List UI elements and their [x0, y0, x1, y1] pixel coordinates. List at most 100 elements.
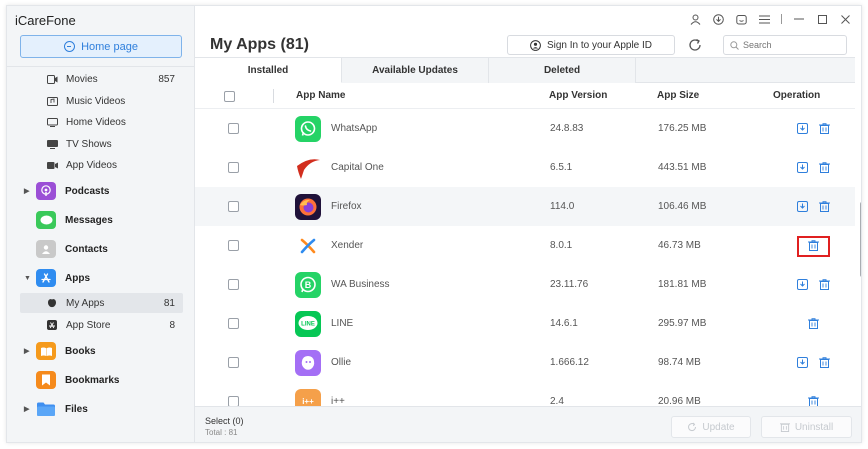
- sidebar-item-app-videos[interactable]: App Videos: [20, 155, 183, 175]
- expand-arrow-icon: ▶: [24, 406, 30, 413]
- download-icon[interactable]: [712, 13, 724, 25]
- table-row: Capital One 6.5.1 443.51 MB: [195, 148, 855, 187]
- app-name: LINE: [331, 318, 354, 329]
- sign-in-label: Sign In to your Apple ID: [546, 39, 653, 51]
- sign-in-apple-id-button[interactable]: Sign In to your Apple ID: [507, 35, 675, 55]
- sidebar-item-home-videos[interactable]: Home Videos: [20, 112, 183, 132]
- feedback-icon[interactable]: [735, 13, 747, 25]
- sidebar-item-label: App Videos: [66, 159, 117, 171]
- update-app-icon[interactable]: [797, 123, 808, 134]
- xender-icon: [295, 232, 321, 259]
- sidebar-item-messages[interactable]: Messages: [7, 208, 195, 232]
- column-header-app-name[interactable]: App Name: [296, 90, 345, 101]
- movie-icon: [46, 74, 58, 84]
- delete-app-icon[interactable]: [819, 279, 830, 290]
- bookmarks-icon: [36, 371, 56, 389]
- tab-installed[interactable]: Installed: [195, 57, 342, 83]
- app-name: WA Business: [331, 279, 390, 290]
- collapse-arrow-icon: ▼: [24, 274, 31, 282]
- menu-icon[interactable]: [758, 13, 770, 25]
- sidebar-item-books[interactable]: ▶ Books: [7, 339, 195, 363]
- app-size: 20.96 MB: [658, 396, 701, 406]
- update-app-icon[interactable]: [797, 357, 808, 368]
- delete-app-icon[interactable]: [808, 396, 819, 406]
- table-row: WhatsApp 24.8.83 176.25 MB: [195, 109, 855, 148]
- delete-app-icon[interactable]: [819, 123, 830, 134]
- sidebar-item-music-videos[interactable]: Music Videos: [20, 91, 183, 111]
- search-box[interactable]: [723, 35, 847, 55]
- maximize-icon[interactable]: [816, 13, 828, 25]
- tab-available-updates[interactable]: Available Updates: [342, 57, 489, 83]
- sidebar-item-label: Files: [65, 403, 88, 415]
- sidebar-item-count: 857: [158, 73, 175, 85]
- app-video-icon: [46, 160, 58, 170]
- sidebar-item-bookmarks[interactable]: Bookmarks: [7, 368, 195, 392]
- app-size: 295.97 MB: [658, 318, 707, 329]
- delete-app-icon[interactable]: [819, 201, 830, 212]
- sidebar: iCareFone Home page Movies 857 Music Vid…: [7, 6, 195, 442]
- expand-arrow-icon: ▶: [24, 188, 30, 195]
- row-checkbox[interactable]: [228, 318, 239, 329]
- select-all-checkbox[interactable]: [224, 91, 235, 102]
- update-button[interactable]: Update: [671, 416, 751, 438]
- app-name: WhatsApp: [331, 123, 378, 134]
- tab-deleted[interactable]: Deleted: [489, 57, 636, 83]
- delete-app-icon[interactable]: [819, 357, 830, 368]
- sidebar-item-movies[interactable]: Movies 857: [20, 69, 183, 89]
- update-app-icon[interactable]: [797, 201, 808, 212]
- sidebar-item-files[interactable]: ▶ Files: [7, 397, 195, 421]
- row-checkbox[interactable]: [228, 279, 239, 290]
- sidebar-item-label: Contacts: [65, 243, 108, 255]
- minimize-icon[interactable]: [793, 13, 805, 25]
- podcasts-icon: [36, 182, 56, 200]
- uninstall-button[interactable]: Uninstall: [761, 416, 852, 438]
- delete-app-icon[interactable]: [808, 318, 819, 329]
- row-checkbox[interactable]: [228, 396, 239, 406]
- column-header-app-size[interactable]: App Size: [657, 90, 699, 101]
- sidebar-item-apps[interactable]: ▼ Apps: [7, 266, 195, 290]
- app-size: 443.51 MB: [658, 162, 707, 173]
- column-header-app-version[interactable]: App Version: [549, 90, 607, 101]
- home-page-button[interactable]: Home page: [20, 35, 182, 58]
- close-icon[interactable]: [839, 13, 851, 25]
- delete-app-icon[interactable]: [819, 162, 830, 173]
- tv-icon: [46, 139, 58, 149]
- select-count: Select (0): [205, 416, 244, 426]
- column-divider: [273, 89, 274, 103]
- delete-app-icon[interactable]: [808, 240, 819, 251]
- search-input[interactable]: [743, 40, 843, 50]
- sidebar-item-tv-shows[interactable]: TV Shows: [20, 134, 183, 154]
- scrollbar-thumb[interactable]: [860, 202, 861, 277]
- sidebar-item-label: Movies: [66, 73, 98, 85]
- contacts-icon: [36, 240, 56, 258]
- expand-arrow-icon: ▶: [24, 348, 30, 355]
- table-row: i++ i++ 2.4 20.96 MB: [195, 382, 855, 406]
- sidebar-item-app-store[interactable]: App Store 8: [20, 315, 183, 335]
- app-store-icon: [36, 269, 56, 287]
- page-title: My Apps (81): [210, 36, 309, 53]
- row-checkbox[interactable]: [228, 240, 239, 251]
- capital-one-icon: [295, 154, 321, 181]
- svg-text:B: B: [305, 280, 312, 290]
- app-size: 46.73 MB: [658, 240, 701, 251]
- row-checkbox[interactable]: [228, 123, 239, 134]
- sidebar-item-contacts[interactable]: Contacts: [7, 237, 195, 261]
- app-version: 114.0: [550, 201, 575, 212]
- update-app-icon[interactable]: [797, 162, 808, 173]
- footer-bar: Select (0) Total : 81 Update Uninstall: [195, 406, 861, 442]
- tab-bar: Installed Available Updates Deleted: [195, 57, 855, 83]
- update-app-icon[interactable]: [797, 279, 808, 290]
- window-controls: [689, 12, 851, 26]
- refresh-icon[interactable]: [687, 37, 703, 53]
- sidebar-item-label: TV Shows: [66, 138, 112, 150]
- sidebar-item-podcasts[interactable]: ▶ Podcasts: [7, 179, 195, 203]
- sidebar-item-my-apps[interactable]: My Apps 81: [20, 293, 183, 313]
- table-header: App Name App Version App Size Operation: [195, 83, 855, 109]
- row-checkbox[interactable]: [228, 201, 239, 212]
- music-video-icon: [46, 96, 58, 106]
- row-checkbox[interactable]: [228, 357, 239, 368]
- app-name: i++: [331, 396, 345, 406]
- row-checkbox[interactable]: [228, 162, 239, 173]
- account-icon[interactable]: [689, 13, 701, 25]
- sidebar-item-label: Home Videos: [66, 116, 126, 128]
